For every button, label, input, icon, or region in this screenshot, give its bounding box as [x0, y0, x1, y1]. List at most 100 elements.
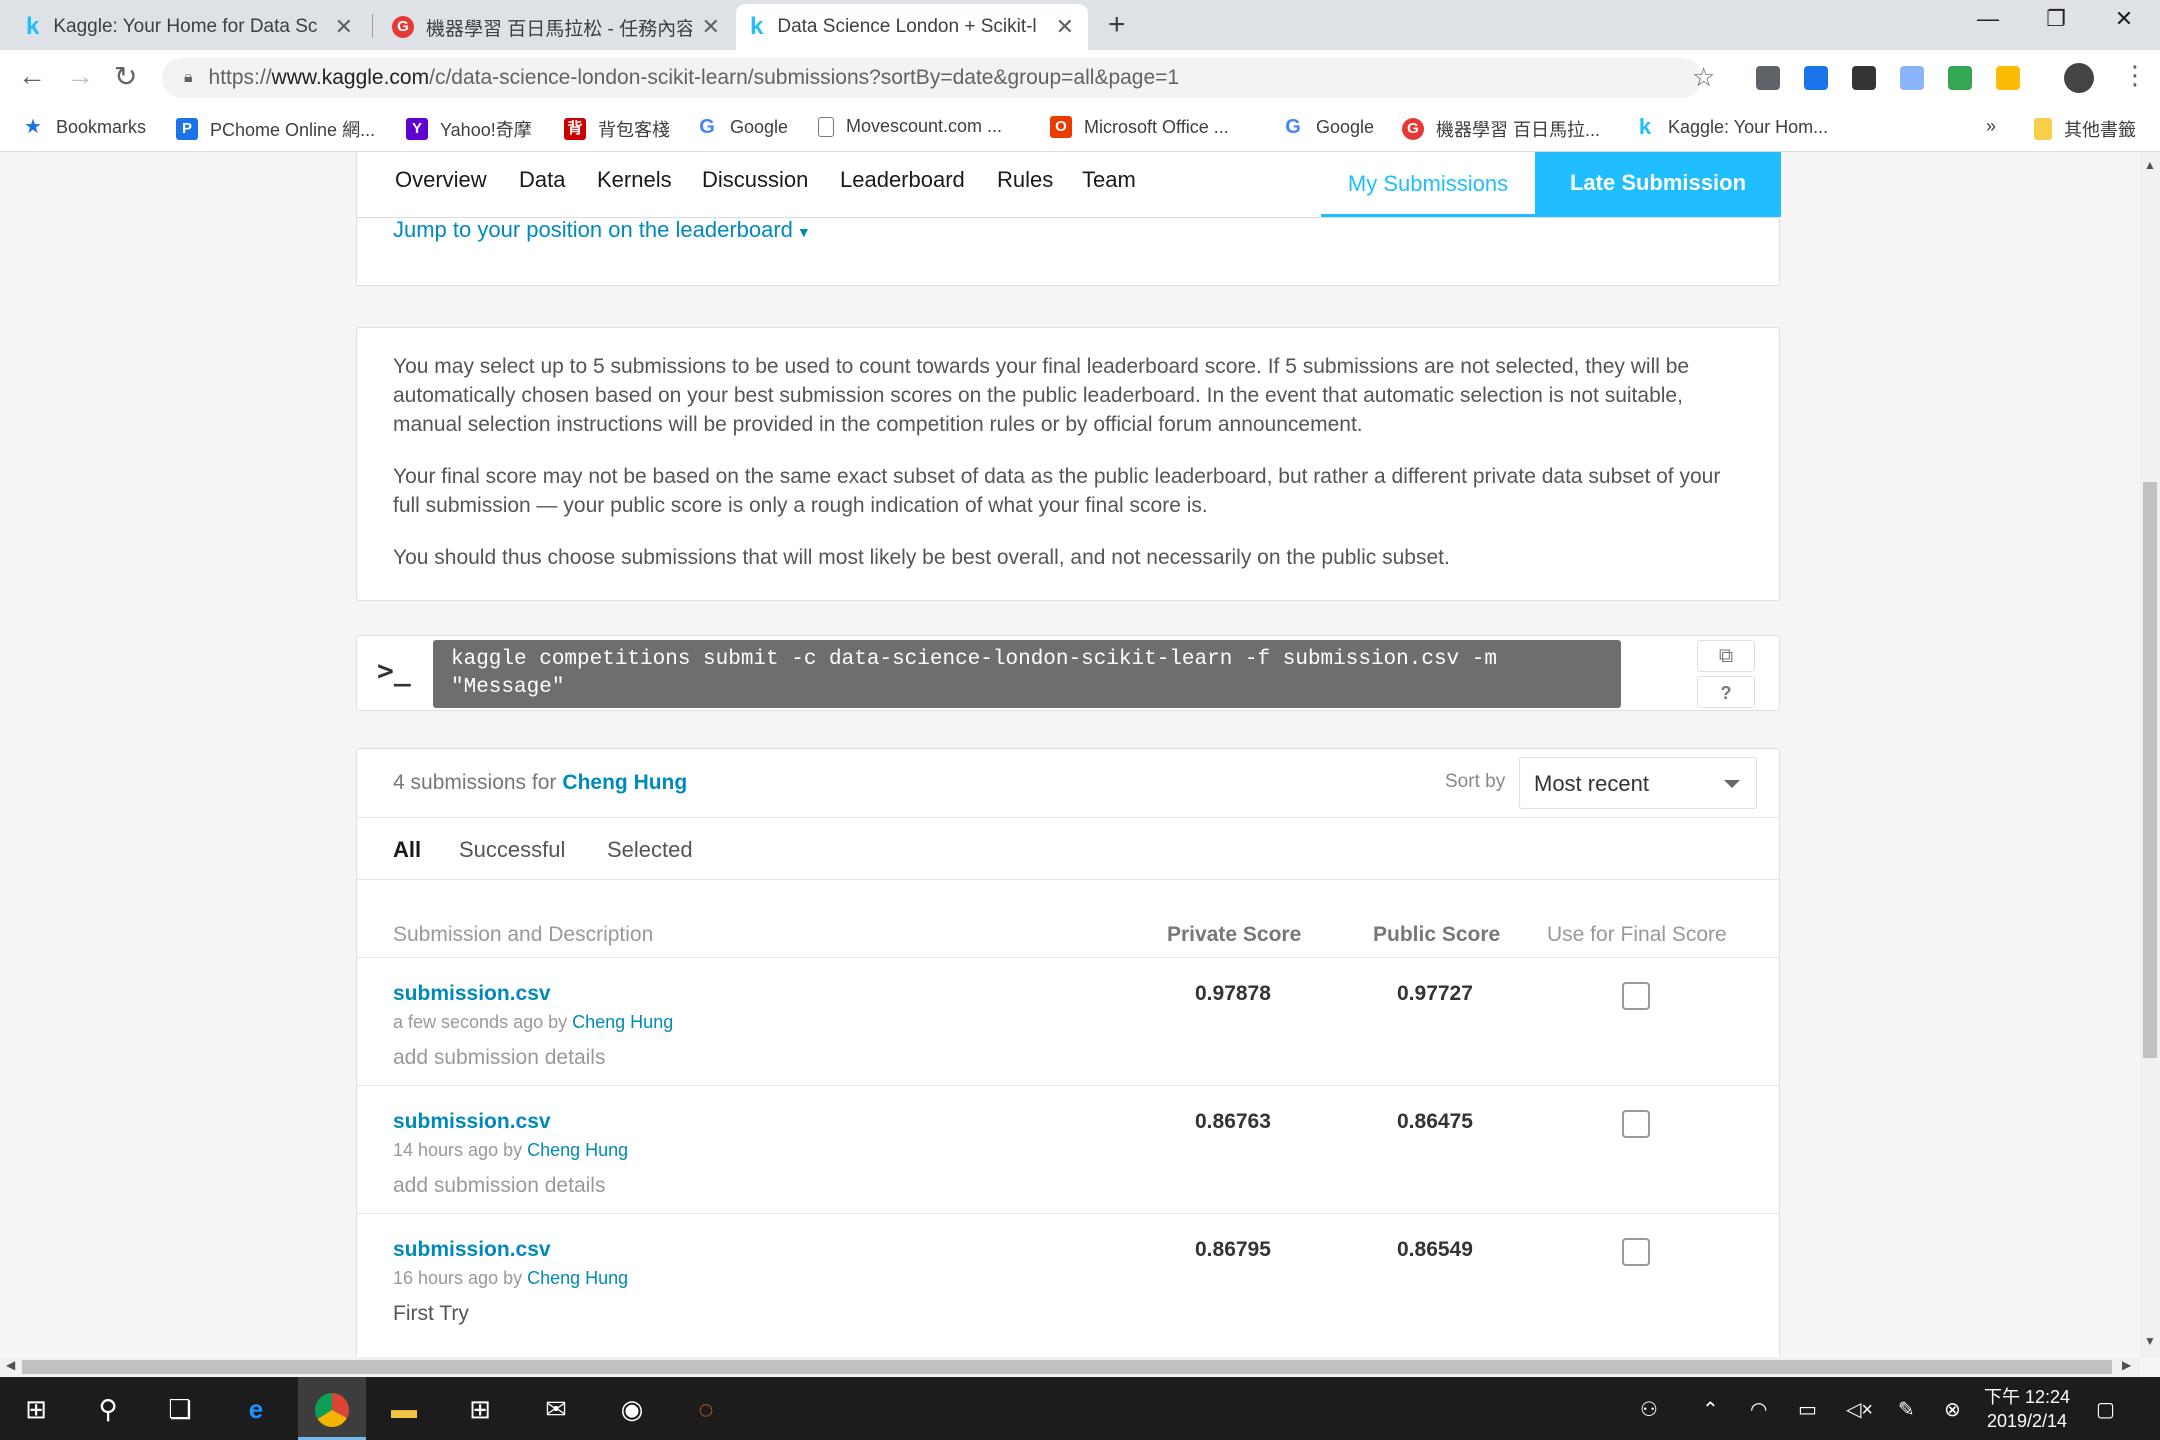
close-icon[interactable]: ✕	[1056, 14, 1074, 40]
close-window-icon[interactable]: ✕	[2096, 6, 2152, 32]
tab-my-submissions[interactable]: My Submissions	[1321, 152, 1535, 217]
close-icon[interactable]: ✕	[335, 14, 353, 40]
filter-tab-all[interactable]: All	[393, 837, 421, 863]
api-command[interactable]: kaggle competitions submit -c data-scien…	[433, 640, 1621, 708]
submission-file-link[interactable]: submission.csv	[393, 1238, 551, 1262]
submission-meta: 16 hours ago by Cheng Hung	[393, 1268, 629, 1288]
bookmark-item[interactable]: 背背包客棧	[564, 116, 670, 142]
tab-data[interactable]: Data	[519, 167, 565, 193]
bookmarks-overflow-button[interactable]: »	[1986, 116, 1996, 137]
scroll-down-icon[interactable]: ▼	[2144, 1334, 2156, 1348]
jupyter-icon[interactable]: ◌	[686, 1389, 726, 1429]
excel-extension-icon[interactable]	[1852, 66, 1876, 90]
user-link[interactable]: Cheng Hung	[527, 1268, 628, 1288]
store-icon[interactable]: ⊞	[460, 1389, 500, 1429]
scroll-left-icon[interactable]: ◀	[6, 1358, 15, 1372]
edge-icon[interactable]: e	[236, 1389, 276, 1429]
task-view-icon[interactable]: ❏	[160, 1389, 200, 1429]
address-bar[interactable]: 🔒︎ https://www.kaggle.com/c/data-science…	[162, 58, 1702, 98]
user-link[interactable]: Cheng Hung	[527, 1140, 628, 1160]
clock-time: 下午 12:24	[1984, 1387, 2071, 1407]
browser-tab-cupoy[interactable]: G 機器學習 百日馬拉松 - 任務內容 ✕	[378, 4, 734, 50]
bookmark-item[interactable]: G Google	[1282, 116, 1374, 138]
backpackers-icon: 背	[564, 118, 586, 140]
extension-icon[interactable]	[1996, 66, 2020, 90]
scrollbar-thumb[interactable]	[22, 1360, 2112, 1374]
bookmark-item[interactable]: ★ Bookmarks	[22, 116, 146, 138]
minimize-icon[interactable]: —	[1960, 6, 2016, 32]
file-explorer-icon[interactable]: ▬	[384, 1389, 424, 1429]
js-extension-icon[interactable]	[1948, 66, 1972, 90]
bookmark-item[interactable]: G 機器學習 百日馬拉...	[1402, 116, 1600, 142]
camera-extension-icon[interactable]	[1756, 66, 1780, 90]
help-button[interactable]: ?	[1697, 676, 1755, 708]
final-score-checkbox[interactable]	[1622, 1110, 1650, 1138]
bookmark-star-icon[interactable]: ☆	[1692, 62, 1715, 93]
final-score-checkbox[interactable]	[1622, 982, 1650, 1010]
app-icon[interactable]: ◉	[612, 1389, 652, 1429]
column-header-public-score[interactable]: Public Score	[1373, 923, 1500, 947]
late-submission-button[interactable]: Late Submission	[1535, 152, 1781, 217]
submission-file-link[interactable]: submission.csv	[393, 1110, 551, 1134]
browser-tab-kaggle-home[interactable]: k Kaggle: Your Home for Data Sc ✕	[12, 4, 367, 50]
pen-icon[interactable]: ✎	[1898, 1397, 1915, 1422]
column-header-private-score[interactable]: Private Score	[1167, 923, 1301, 947]
other-bookmarks-folder[interactable]: 其他書籤	[2034, 116, 2136, 142]
url-host: www.kaggle.com	[271, 66, 430, 89]
filter-tab-selected[interactable]: Selected	[607, 837, 693, 863]
avatar[interactable]	[2064, 63, 2094, 93]
reload-icon[interactable]: ↻	[114, 60, 137, 93]
menu-icon[interactable]: ⋮	[2122, 60, 2148, 91]
jump-to-position-link[interactable]: Jump to your position on the leaderboard…	[393, 217, 811, 243]
people-icon[interactable]: ⚇	[1640, 1397, 1658, 1422]
close-icon[interactable]: ✕	[702, 14, 720, 40]
scroll-right-icon[interactable]: ▶	[2122, 1358, 2131, 1372]
submission-file-link[interactable]: submission.csv	[393, 982, 551, 1006]
bookmark-item[interactable]: Movescount.com ...	[818, 116, 1002, 137]
close-circle-icon[interactable]: ⊗	[1944, 1397, 1961, 1422]
chrome-icon[interactable]	[298, 1377, 366, 1440]
volume-muted-icon[interactable]: ◁×	[1846, 1397, 1873, 1422]
battery-icon[interactable]: ▭	[1798, 1397, 1817, 1422]
extension-icon[interactable]	[1900, 66, 1924, 90]
new-tab-button[interactable]: +	[1108, 8, 1126, 42]
submission-description[interactable]: add submission details	[393, 1174, 605, 1198]
sort-select[interactable]: Most recent	[1519, 757, 1757, 809]
forward-arrow-icon[interactable]: →	[66, 60, 94, 92]
submission-description[interactable]: add submission details	[393, 1046, 605, 1070]
wifi-icon[interactable]: ◠	[1750, 1397, 1767, 1422]
chevron-up-icon[interactable]: ⌃	[1702, 1397, 1719, 1422]
user-link[interactable]: Cheng Hung	[572, 1012, 673, 1032]
tab-team[interactable]: Team	[1082, 167, 1136, 193]
bookmark-item[interactable]: P PChome Online 網...	[176, 116, 375, 142]
extension-icon[interactable]	[1804, 66, 1828, 90]
tab-overview[interactable]: Overview	[395, 167, 487, 193]
restore-icon[interactable]: ❐	[2028, 6, 2084, 32]
horizontal-scrollbar[interactable]: ◀ ▶	[0, 1357, 2140, 1377]
tab-kernels[interactable]: Kernels	[597, 167, 672, 193]
back-arrow-icon[interactable]: ←	[18, 60, 46, 92]
tab-discussion[interactable]: Discussion	[702, 167, 808, 193]
bookmark-item[interactable]: G Google	[696, 116, 788, 138]
bookmark-item[interactable]: O Microsoft Office ...	[1050, 116, 1229, 138]
final-score-checkbox[interactable]	[1622, 1238, 1650, 1266]
info-paragraph: You may select up to 5 submissions to be…	[393, 355, 1690, 436]
tab-leaderboard[interactable]: Leaderboard	[840, 167, 965, 193]
filter-tab-successful[interactable]: Successful	[459, 837, 565, 863]
system-clock[interactable]: 下午 12:24 2019/2/14	[1984, 1385, 2070, 1433]
dropdown-arrow-icon	[1724, 780, 1740, 788]
search-icon[interactable]: ⚲	[88, 1389, 128, 1429]
scrollbar-thumb[interactable]	[2143, 482, 2157, 1058]
scroll-up-icon[interactable]: ▲	[2144, 158, 2156, 172]
bookmark-item[interactable]: k Kaggle: Your Hom...	[1634, 116, 1828, 138]
tab-rules[interactable]: Rules	[997, 167, 1053, 193]
mail-icon[interactable]: ✉	[536, 1389, 576, 1429]
vertical-scrollbar[interactable]: ▲ ▼	[2140, 152, 2160, 1357]
copy-button[interactable]: ⧉	[1697, 640, 1755, 672]
page-viewport: Overview Data Kernels Discussion Leaderb…	[0, 152, 2140, 1357]
user-link[interactable]: Cheng Hung	[562, 771, 687, 794]
browser-tab-active[interactable]: k Data Science London + Scikit-l ✕	[736, 4, 1088, 50]
bookmark-item[interactable]: Y Yahoo!奇摩	[406, 116, 532, 142]
notifications-icon[interactable]: ▢	[2096, 1397, 2115, 1422]
windows-start-icon[interactable]: ⊞	[16, 1389, 56, 1429]
